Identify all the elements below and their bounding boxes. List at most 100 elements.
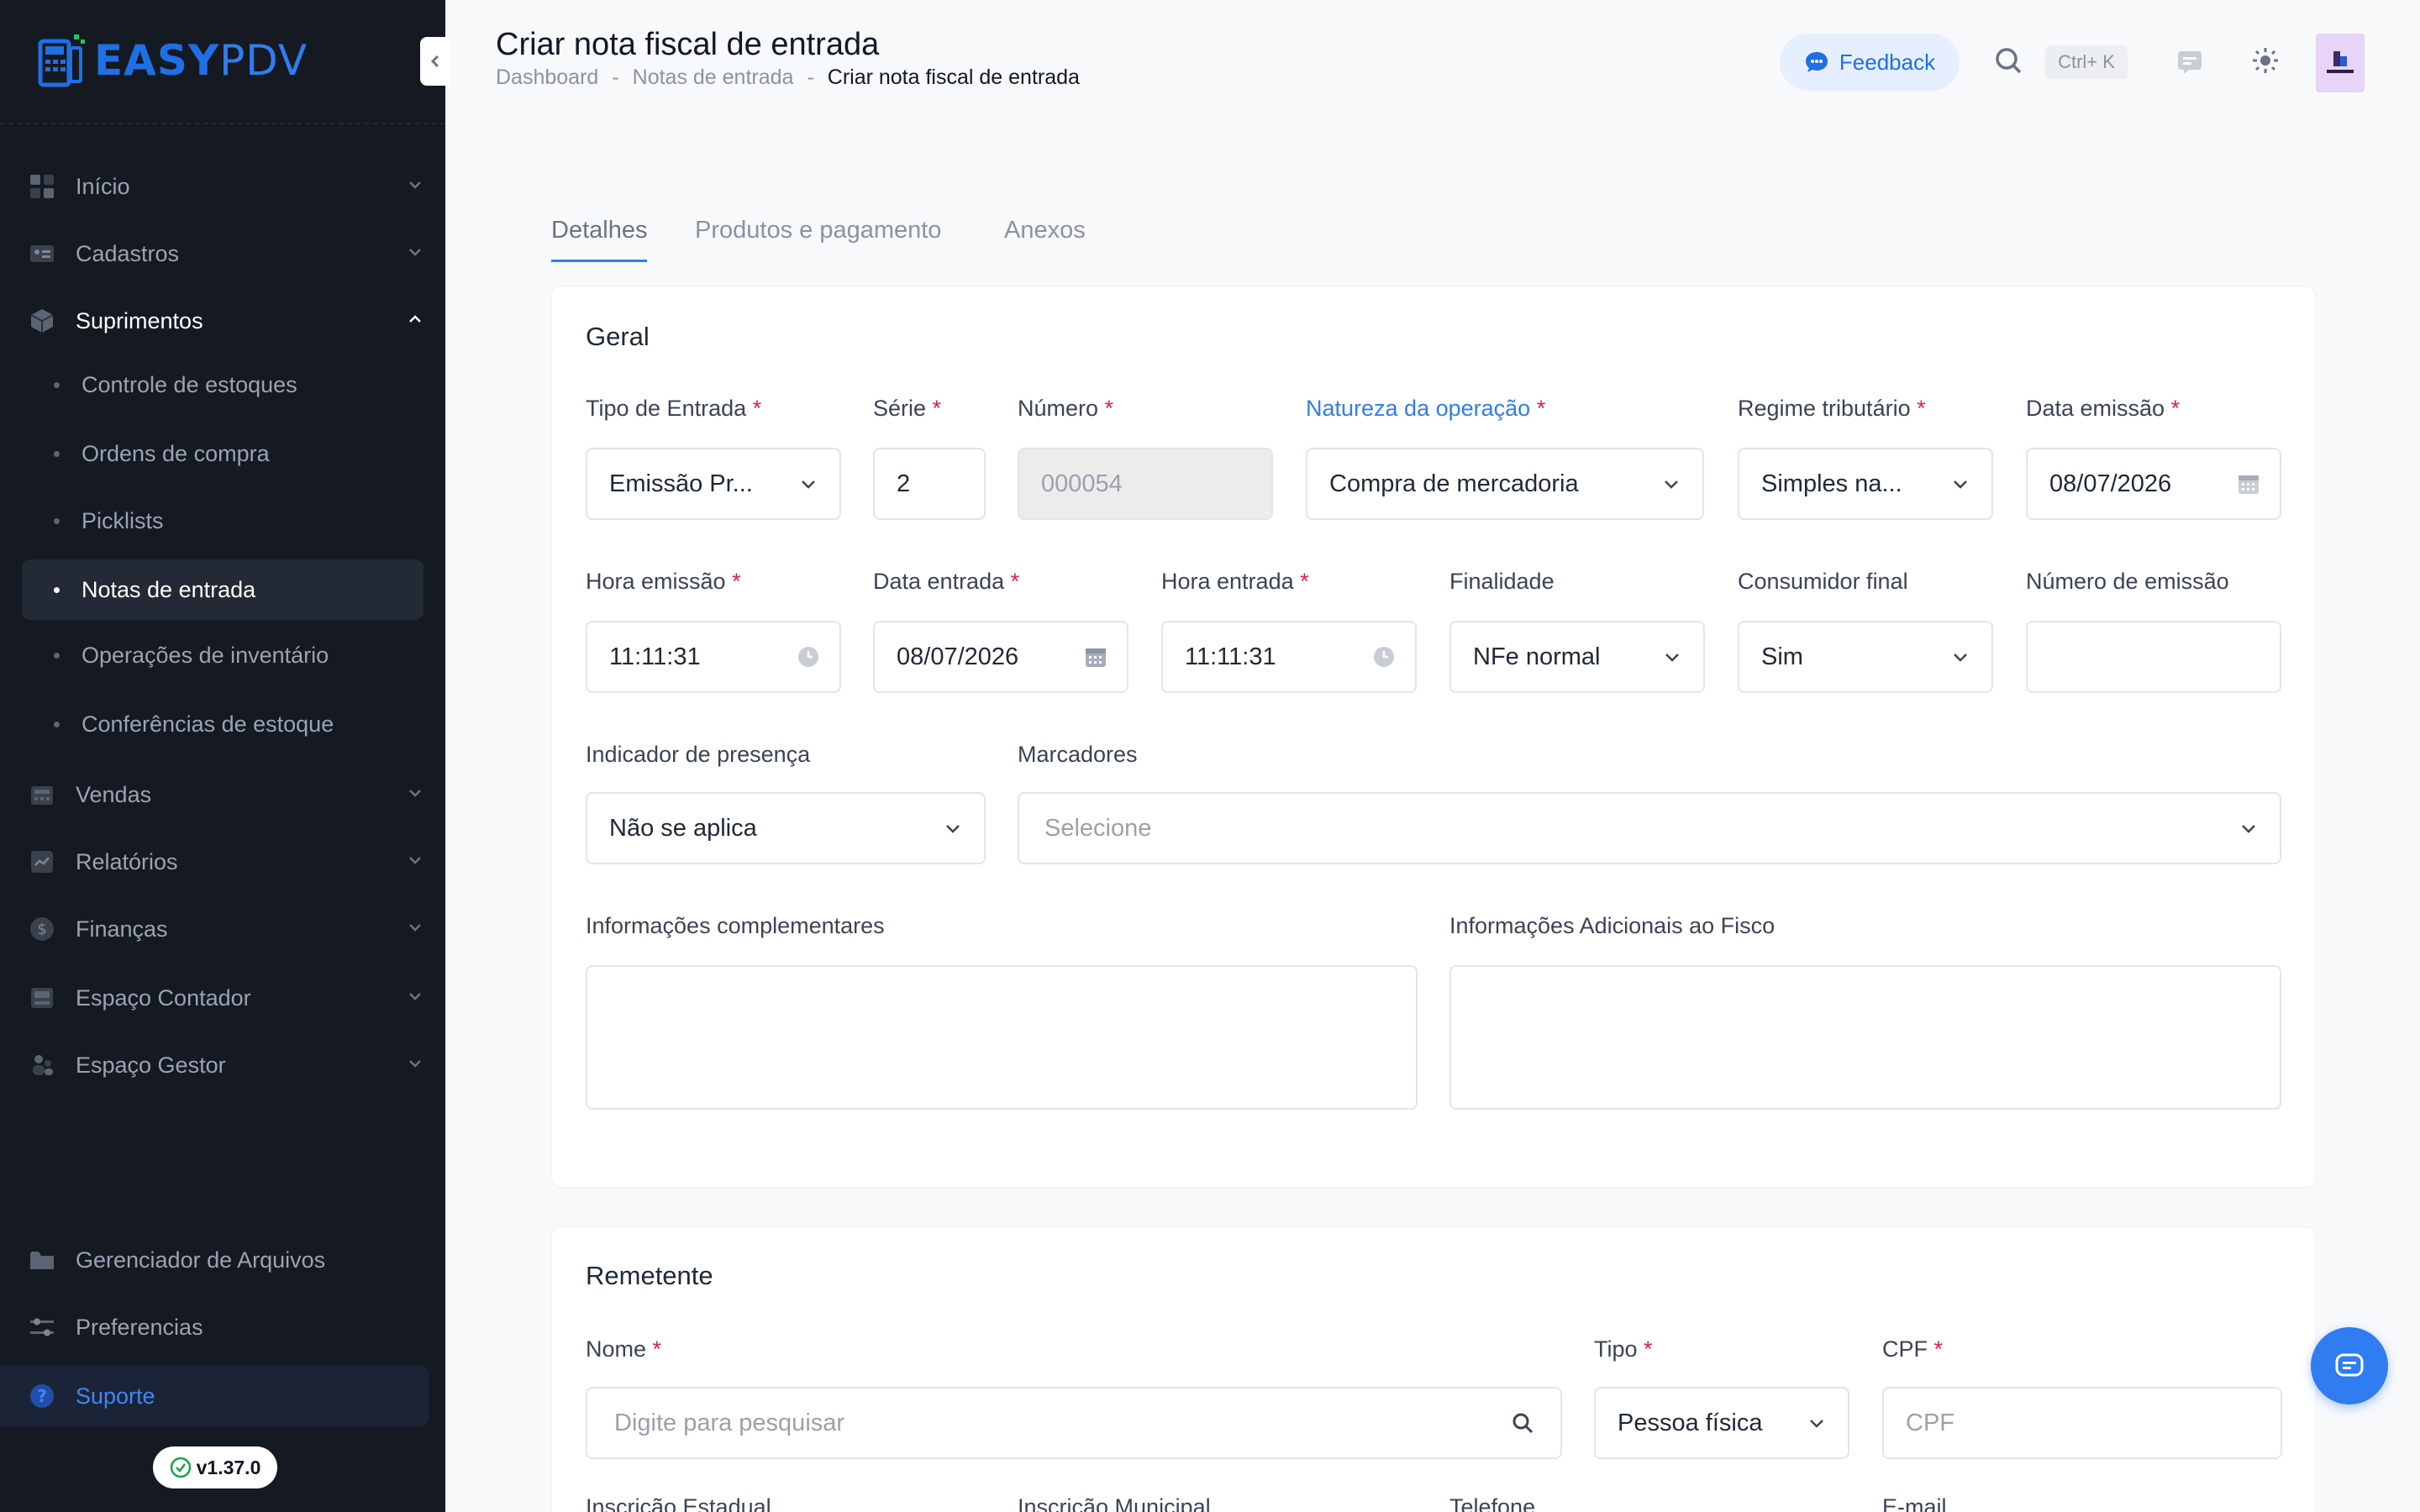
sidebar-item-inicio[interactable]: Início: [22, 156, 424, 217]
label-regime-tributario: Regime tributário *: [1738, 396, 1926, 421]
label-natureza-operacao: Natureza da operação *: [1306, 396, 1546, 421]
sidebar-subitem-label: Conferências de estoque: [82, 711, 334, 737]
input-hora-entrada[interactable]: 11:11:31: [1161, 621, 1417, 693]
select-natureza-operacao[interactable]: Compra de mercadoria: [1306, 448, 1704, 520]
select-value: Pessoa física: [1618, 1409, 1763, 1436]
label-tipo-entrada: Tipo de Entrada *: [586, 396, 762, 421]
label-inscricao-estadual: Inscrição Estadual: [586, 1494, 771, 1512]
chevron-down-icon: [409, 1060, 421, 1068]
input-hora-emissao[interactable]: 11:11:31: [586, 621, 841, 693]
chevron-down-icon: [409, 924, 421, 932]
select-marcadores[interactable]: Selecione: [1018, 792, 2281, 864]
textarea-info-fisco[interactable]: [1449, 965, 2281, 1110]
sidebar-item-relatorios[interactable]: Relatórios: [22, 832, 424, 892]
chevron-down-icon: [409, 857, 421, 864]
select-placeholder: Selecione: [1044, 814, 1152, 842]
clock-icon[interactable]: [796, 644, 821, 669]
input-value: 2: [897, 470, 911, 497]
sidebar-subitem-label: Ordens de compra: [82, 440, 270, 466]
input-nome-search[interactable]: Digite para pesquisar: [586, 1387, 1562, 1459]
sidebar-item-espaco-contador[interactable]: Espaço Contador: [22, 968, 424, 1028]
feedback-button[interactable]: Feedback: [1780, 34, 1960, 91]
messages-icon[interactable]: [2173, 45, 2207, 79]
label-hora-emissao: Hora emissão *: [586, 569, 741, 594]
sidebar-subitem-controle-estoques[interactable]: Controle de estoques: [22, 354, 424, 415]
sidebar-item-label: Gerenciador de Arquivos: [76, 1247, 326, 1273]
tab-detalhes[interactable]: Detalhes: [551, 217, 648, 262]
app-logo[interactable]: EASYPDV: [37, 29, 308, 92]
label-data-emissao: Data emissão *: [2026, 396, 2181, 421]
bullet-icon: [54, 721, 60, 727]
label-marcadores: Marcadores: [1018, 742, 1138, 767]
select-finalidade[interactable]: NFe normal: [1449, 621, 1705, 693]
select-regime-tributario[interactable]: Simples na...: [1738, 448, 1993, 520]
page-title: Criar nota fiscal de entrada: [496, 27, 880, 62]
textarea-info-complementares[interactable]: [586, 965, 1418, 1110]
select-indicador-presenca[interactable]: Não se aplica: [586, 792, 986, 864]
sidebar-subitem-notas-entrada[interactable]: Notas de entrada: [22, 559, 424, 620]
bullet-icon: [54, 586, 60, 593]
sidebar-item-label: Suprimentos: [76, 307, 203, 333]
label-numero-emissao: Número de emissão: [2026, 569, 2229, 594]
label-info-complementares: Informações complementares: [586, 913, 885, 938]
bullet-icon: [54, 381, 60, 388]
sidebar-item-financas[interactable]: $ Finanças: [22, 899, 424, 959]
svg-text:?: ?: [37, 1386, 47, 1406]
input-value: 000054: [1041, 470, 1123, 497]
search-shortcut-hint: Ctrl+ K: [2045, 45, 2128, 79]
search-icon[interactable]: [1510, 1410, 1535, 1436]
input-cpf[interactable]: CPF: [1882, 1387, 2282, 1459]
calculator-icon: [27, 983, 57, 1013]
calendar-icon[interactable]: [1083, 644, 1108, 669]
sidebar: EASYPDV Início Cadastros Suprimentos Con…: [0, 0, 450, 1512]
sidebar-subitem-ordens-compra[interactable]: Ordens de compra: [22, 423, 424, 484]
chat-support-button[interactable]: [2311, 1327, 2388, 1404]
label-telefone: Telefone: [1449, 1494, 1536, 1512]
sidebar-item-espaco-gestor[interactable]: Espaço Gestor: [22, 1035, 424, 1095]
sidebar-item-vendas[interactable]: Vendas: [22, 764, 424, 825]
sidebar-item-cadastros[interactable]: Cadastros: [22, 223, 424, 284]
select-value: NFe normal: [1473, 643, 1601, 670]
sidebar-item-label: Relatórios: [76, 848, 178, 874]
sidebar-item-label: Preferencias: [76, 1314, 203, 1340]
select-consumidor-final[interactable]: Sim: [1738, 621, 1993, 693]
theme-toggle-sun-icon[interactable]: [2249, 44, 2282, 77]
select-tipo-entrada[interactable]: Emissão Pr...: [586, 448, 841, 520]
tab-produtos-pagamento[interactable]: Produtos e pagamento: [695, 217, 941, 260]
sidebar-subitem-label: Notas de entrada: [82, 576, 256, 602]
sidebar-item-gerenciador-arquivos[interactable]: Gerenciador de Arquivos: [22, 1230, 424, 1290]
sidebar-item-suprimentos[interactable]: Suprimentos: [22, 291, 424, 351]
sidebar-divider: [0, 123, 445, 124]
id-card-icon: [27, 239, 57, 269]
search-icon[interactable]: [1991, 44, 2025, 77]
sidebar-subitem-picklists[interactable]: Picklists: [22, 491, 424, 551]
sidebar-subitem-conferencias-estoque[interactable]: Conferências de estoque: [22, 694, 424, 754]
input-value: 11:11:31: [609, 643, 701, 670]
tab-anexos[interactable]: Anexos: [1004, 217, 1086, 260]
chart-icon: [27, 847, 57, 877]
input-data-entrada[interactable]: 08/07/2026: [873, 621, 1128, 693]
breadcrumb-dashboard[interactable]: Dashboard: [496, 66, 598, 90]
sidebar-item-label: Espaço Gestor: [76, 1052, 226, 1078]
input-serie[interactable]: 2: [873, 448, 986, 520]
collapse-sidebar-button[interactable]: [420, 37, 450, 86]
select-tipo-pessoa[interactable]: Pessoa física: [1594, 1387, 1849, 1459]
folder-icon: [27, 1245, 57, 1275]
sidebar-item-suporte[interactable]: ? Suporte: [0, 1366, 429, 1426]
avatar[interactable]: [2316, 34, 2365, 92]
people-icon: [27, 1050, 57, 1080]
label-nome: Nome *: [586, 1336, 662, 1362]
label-info-fisco: Informações Adicionais ao Fisco: [1449, 913, 1776, 938]
box-icon: [27, 306, 57, 336]
breadcrumb-current: Criar nota fiscal de entrada: [827, 66, 1080, 89]
input-numero-emissao[interactable]: [2026, 621, 2281, 693]
input-numero: 000054: [1018, 448, 1273, 520]
input-data-emissao[interactable]: 08/07/2026: [2026, 448, 2281, 520]
sidebar-item-preferencias[interactable]: Preferencias: [22, 1297, 424, 1357]
calendar-icon[interactable]: [2236, 471, 2261, 496]
input-value: 08/07/2026: [897, 643, 1019, 670]
sidebar-subitem-operacoes-inventario[interactable]: Operações de inventário: [22, 625, 424, 685]
breadcrumb-notas-entrada[interactable]: Notas de entrada: [633, 66, 794, 90]
chat-icon: [2335, 1353, 2364, 1377]
clock-icon[interactable]: [1371, 644, 1397, 669]
